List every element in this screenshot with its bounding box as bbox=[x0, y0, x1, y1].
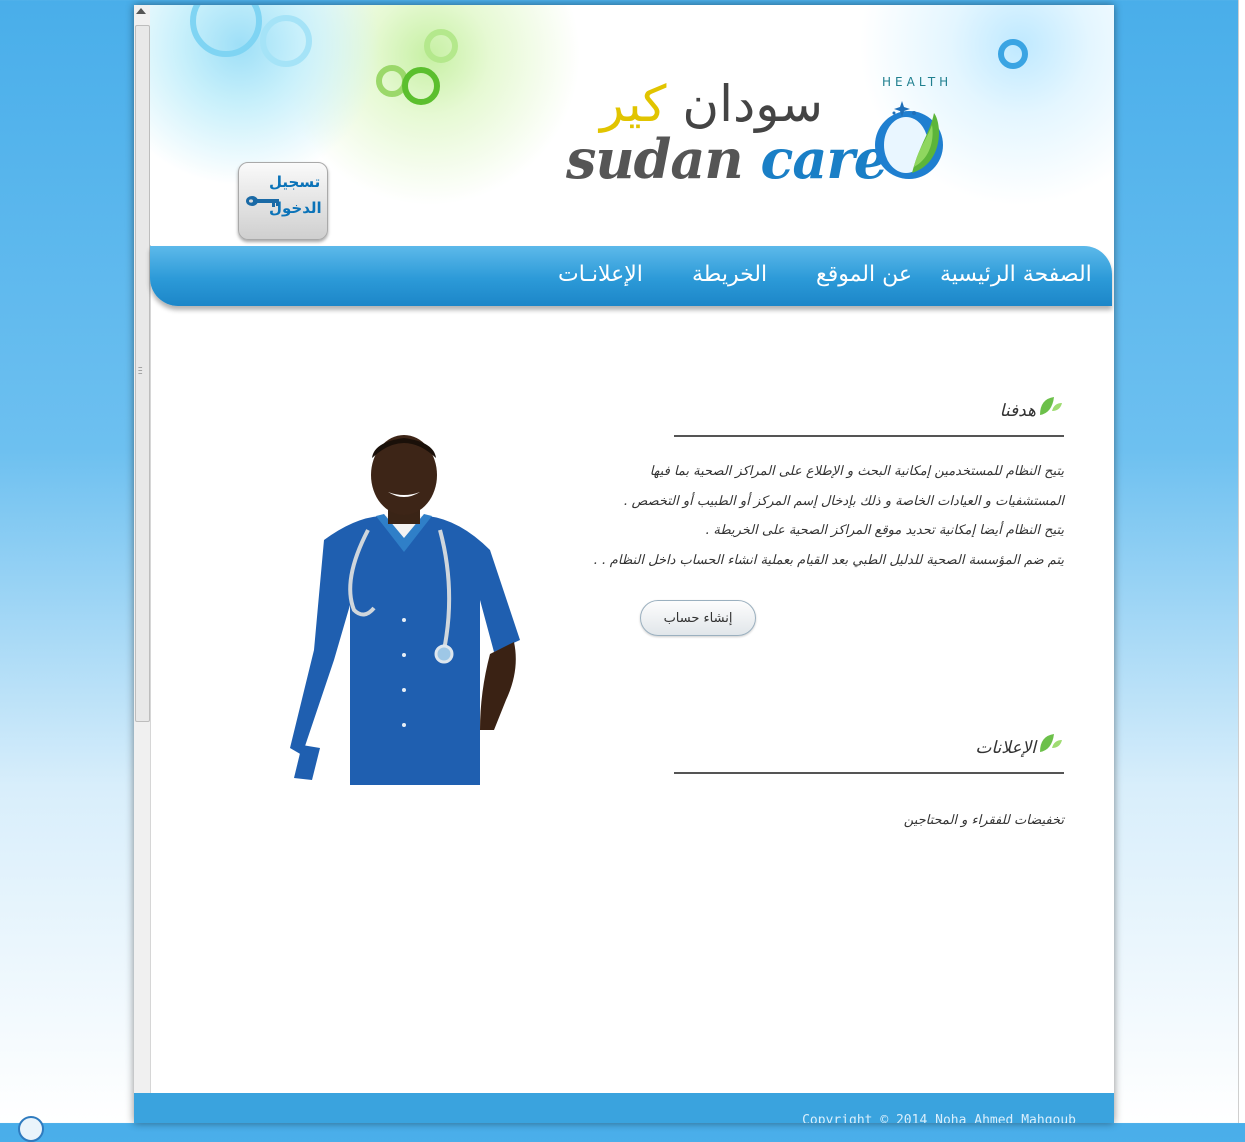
logo-english-word2: care bbox=[760, 127, 888, 191]
decorative-ring bbox=[190, 5, 262, 57]
nav-item-ads[interactable]: الإعلانـات bbox=[558, 262, 643, 287]
goal-section-title: هدفنا bbox=[999, 401, 1036, 421]
browser-right-edge bbox=[1238, 0, 1245, 1123]
create-account-button[interactable]: إنشاء حساب bbox=[640, 600, 756, 636]
logo-english-word1: sudan bbox=[566, 127, 744, 191]
nav-item-home[interactable]: الصفحة الرئيسية bbox=[940, 262, 1092, 287]
ads-item[interactable]: تخفيضات للفقراء و المحتاجين bbox=[674, 813, 1064, 828]
scroll-up-arrow-icon[interactable] bbox=[136, 8, 146, 14]
logo-arabic: سودان كير bbox=[600, 75, 823, 133]
decorative-ring bbox=[998, 39, 1028, 69]
logo-arabic-word2: كير bbox=[600, 75, 667, 133]
page-container: ––– تسجيل الدخول سودان كير sudan care bbox=[134, 5, 1114, 1123]
ads-section-header: الإعلانات bbox=[674, 732, 1064, 774]
leaf-icon bbox=[1040, 734, 1062, 752]
ads-section-title: الإعلانات bbox=[975, 738, 1036, 758]
goal-line: يتيح النظام للمستخدمين إمكانية البحث و ا… bbox=[649, 464, 1064, 479]
main-navigation: الصفحة الرئيسية عن الموقع الخريطة الإعلا… bbox=[150, 246, 1112, 306]
decorative-ring bbox=[402, 67, 440, 105]
goal-section-text: يتيح النظام للمستخدمين إمكانية البحث و ا… bbox=[593, 457, 1064, 575]
site-header: تسجيل الدخول سودان كير sudan care HEALTH bbox=[150, 5, 1114, 245]
key-icon bbox=[246, 196, 279, 207]
doctor-image bbox=[290, 435, 520, 785]
login-button[interactable]: تسجيل الدخول bbox=[238, 162, 328, 240]
goal-line: يتيح النظام أيضا إمكانية تحديد موقع المر… bbox=[705, 523, 1064, 538]
nav-item-about[interactable]: عن الموقع bbox=[816, 262, 912, 287]
logo-arabic-word1: سودان bbox=[682, 75, 823, 133]
nav-item-map[interactable]: الخريطة bbox=[692, 262, 767, 287]
goal-line: المستشفيات و العيادات الخاصة و ذلك بإدخا… bbox=[623, 493, 1064, 509]
copyright-text: Copyright © 2014 Noha Ahmed Mahgoub bbox=[802, 1113, 1076, 1123]
health-emblem-icon bbox=[875, 101, 943, 179]
site-footer: Copyright © 2014 Noha Ahmed Mahgoub bbox=[134, 1093, 1114, 1123]
logo-english: sudan care bbox=[566, 127, 888, 191]
goal-line: يتم ضم المؤسسة الصحية للدليل الطبي بعد ا… bbox=[593, 552, 1064, 568]
vertical-scrollbar[interactable]: – – – bbox=[134, 5, 151, 1095]
goal-section-header: هدفنا bbox=[674, 395, 1064, 437]
logo-badge-text: HEALTH bbox=[882, 75, 953, 89]
leaf-icon bbox=[1040, 397, 1062, 415]
status-circle-icon bbox=[18, 1116, 44, 1142]
decorative-ring bbox=[260, 15, 312, 67]
decorative-ring bbox=[424, 29, 458, 63]
scrollbar-grip-icon: – – – bbox=[138, 363, 143, 379]
